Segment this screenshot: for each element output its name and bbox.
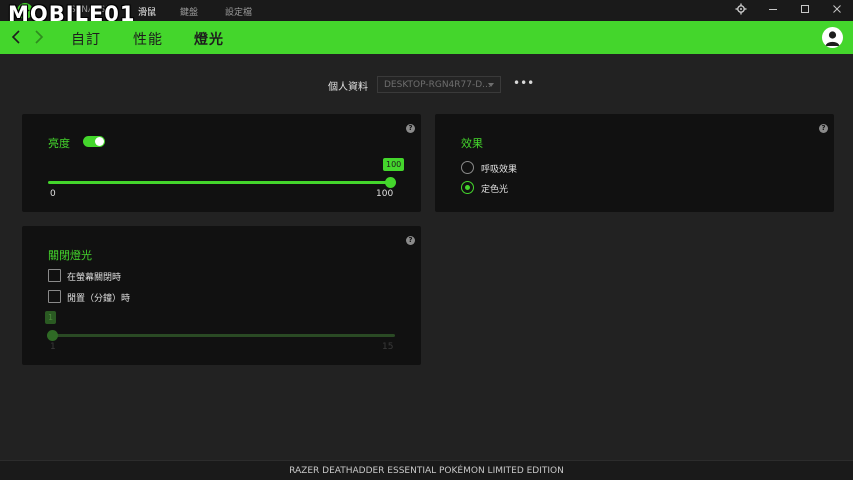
effect-static-radio[interactable]	[461, 181, 474, 194]
lights-off-title: 關閉燈光	[48, 249, 92, 262]
profile-more-button[interactable]: •••	[513, 77, 534, 89]
top-tab-keyboard[interactable]: 鍵盤	[180, 5, 198, 18]
effect-breathing-radio[interactable]	[461, 161, 474, 174]
back-arrow-icon[interactable]	[9, 28, 23, 46]
effects-title: 效果	[461, 137, 483, 150]
profile-label: 個人資料	[328, 82, 368, 93]
idle-slider-track[interactable]	[48, 334, 395, 337]
lights-off-panel: ? 關閉燈光 在螢幕關閉時 閒置（分鐘）時 1 1 15	[22, 226, 421, 365]
user-avatar-icon[interactable]	[822, 27, 843, 48]
help-icon[interactable]: ?	[819, 124, 828, 133]
idle-slider-tip: 1	[45, 311, 57, 324]
brightness-min-label: 0	[50, 189, 56, 199]
idle-slider-thumb[interactable]	[47, 330, 58, 341]
effect-static-label: 定色光	[481, 185, 509, 195]
profile-dropdown[interactable]: DESKTOP-RGN4R77-D...	[377, 76, 501, 93]
help-icon[interactable]: ?	[406, 124, 415, 133]
nav-bar: 自訂 性能 燈光	[0, 21, 853, 54]
close-icon[interactable]	[830, 3, 844, 17]
screen-off-label: 在螢幕關閉時	[67, 273, 122, 283]
tab-customize[interactable]: 自訂	[71, 29, 101, 49]
effect-breathing-label: 呼吸效果	[481, 165, 518, 175]
settings-gear-icon[interactable]	[734, 3, 748, 17]
brightness-panel: ? 亮度 100 0 100	[22, 114, 421, 212]
maximize-icon[interactable]	[798, 3, 812, 17]
idle-checkbox[interactable]	[48, 290, 61, 303]
tab-lighting[interactable]: 燈光	[194, 29, 224, 49]
help-icon[interactable]: ?	[406, 236, 415, 245]
device-name-footer: RAZER DEATHADDER ESSENTIAL POKÉMON LIMIT…	[0, 460, 853, 480]
minimize-icon[interactable]	[766, 3, 780, 17]
title-bar: SYNAPSE 滑鼠 鍵盤 設定檔 MOBILE01	[0, 0, 853, 25]
dropdown-caret-icon	[488, 83, 494, 87]
screen-off-checkbox[interactable]	[48, 269, 61, 282]
forward-arrow-icon[interactable]	[32, 28, 46, 46]
brightness-slider-thumb[interactable]	[385, 177, 396, 188]
brightness-title: 亮度	[48, 137, 70, 150]
brightness-toggle[interactable]	[83, 136, 105, 147]
brightness-slider-tip: 100	[383, 158, 405, 171]
top-tab-profiles[interactable]: 設定檔	[225, 5, 252, 18]
brightness-slider-track[interactable]	[48, 181, 390, 184]
brightness-max-label: 100	[376, 189, 394, 199]
idle-label: 閒置（分鐘）時	[67, 294, 131, 304]
tab-performance[interactable]: 性能	[133, 29, 163, 49]
top-tab-mouse[interactable]: 滑鼠	[138, 5, 156, 18]
idle-min-label: 1	[50, 342, 56, 352]
toggle-knob	[95, 137, 104, 146]
effects-panel: ? 效果 呼吸效果 定色光	[435, 114, 834, 212]
idle-max-label: 15	[382, 342, 394, 352]
profile-dropdown-value: DESKTOP-RGN4R77-D...	[384, 80, 491, 90]
